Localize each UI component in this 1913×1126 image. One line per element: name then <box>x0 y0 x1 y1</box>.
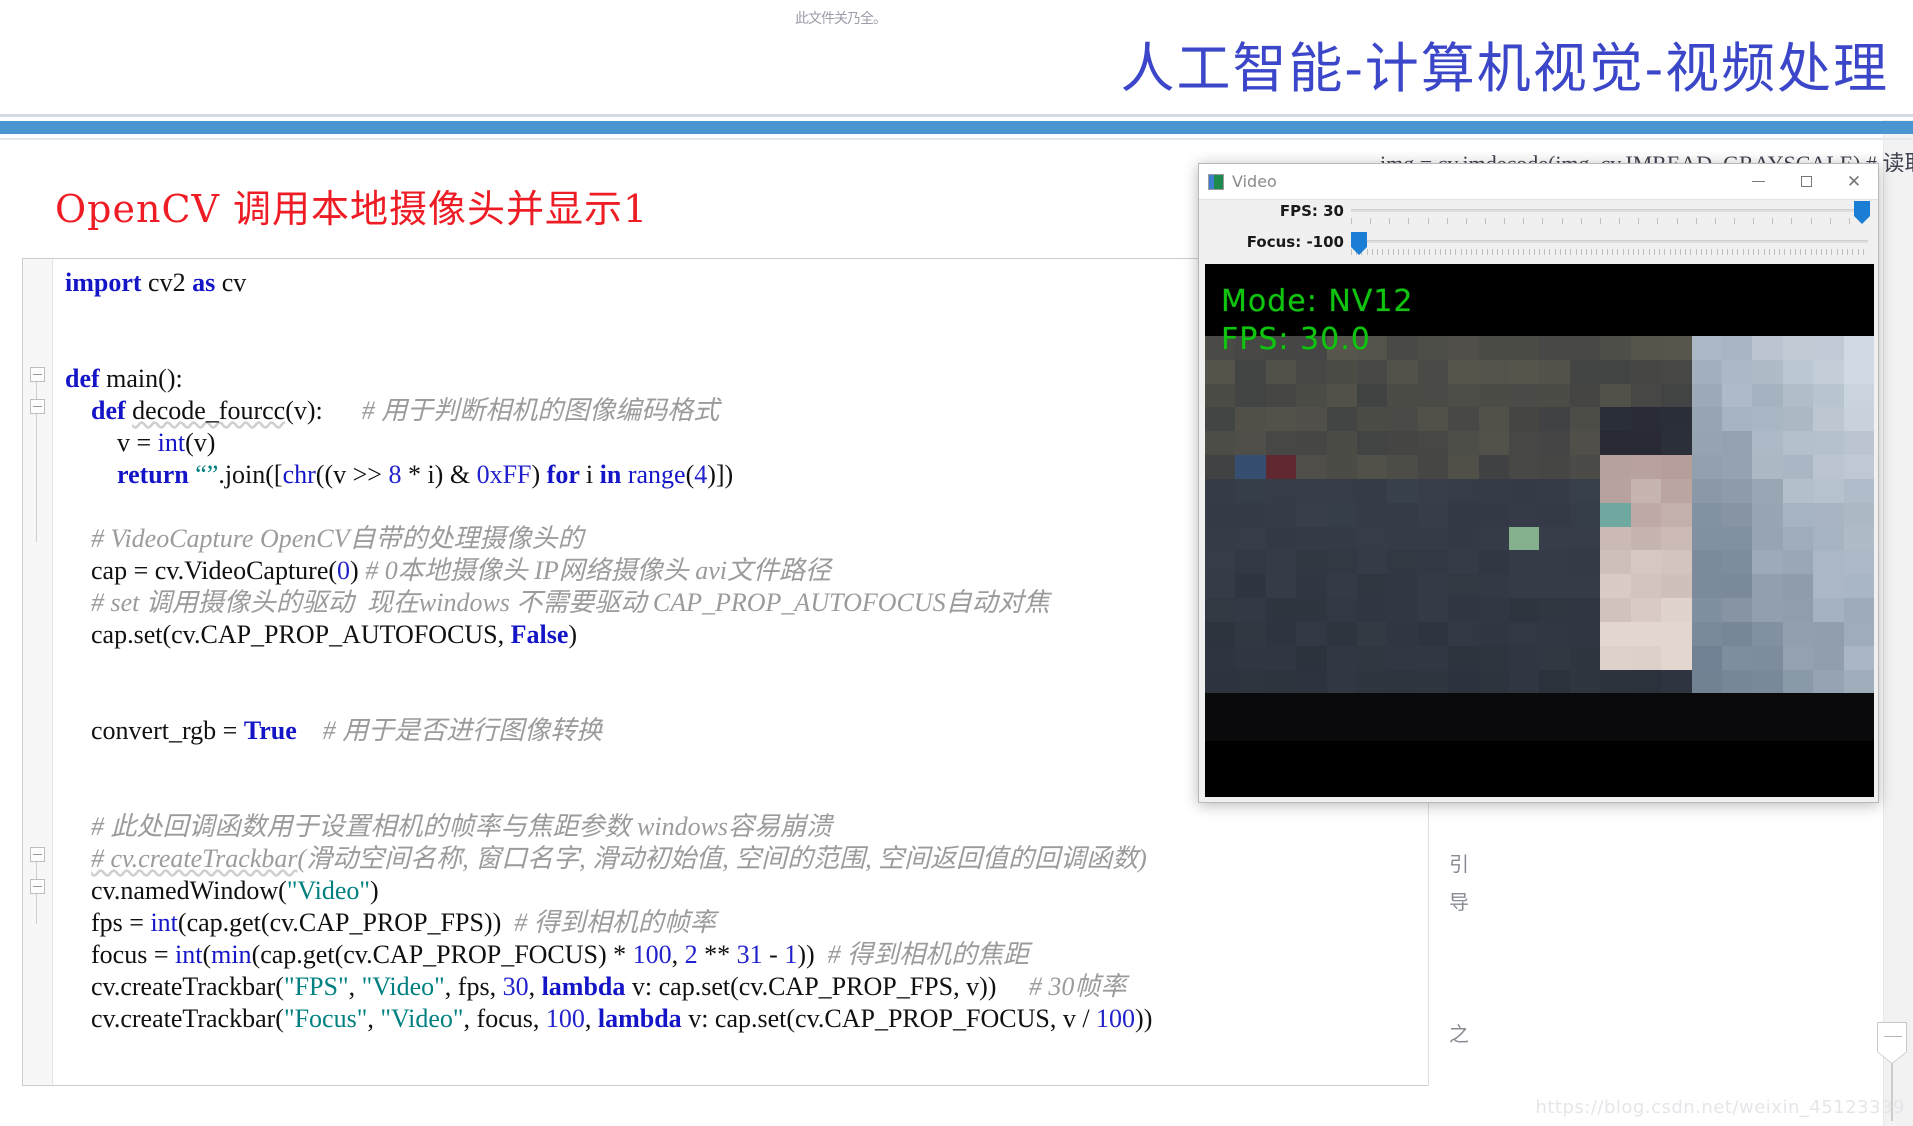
code-fold-marker[interactable] <box>30 399 45 414</box>
divider-line-top <box>0 114 1913 117</box>
video-frame: Mode: NV12 FPS: 30.0 <box>1205 264 1874 797</box>
video-app-icon <box>1208 173 1224 190</box>
code-line[interactable]: # 此处回调函数用于设置相机的帧率与焦距参数 windows容易崩溃 <box>65 811 1428 843</box>
code-fold-tail <box>36 894 37 924</box>
trackbar-fps-label: FPS: 30 <box>1279 202 1344 220</box>
background-text-fragment: 导 <box>1449 890 1469 914</box>
code-fold-marker[interactable] <box>30 847 45 862</box>
video-overlay-fps: FPS: 30.0 <box>1221 322 1371 357</box>
code-line[interactable]: cv.namedWindow("Video") <box>65 875 1428 907</box>
trackbar-focus-label: Focus: -100 <box>1246 233 1344 251</box>
code-line[interactable]: fps = int(cap.get(cv.CAP_PROP_FPS)) # 得到… <box>65 907 1428 939</box>
code-fold-tail <box>36 414 37 542</box>
accent-bar <box>0 121 1913 134</box>
maximize-icon[interactable] <box>1782 164 1830 199</box>
divider-line-bottom <box>0 138 1913 140</box>
video-window[interactable]: Video ✕ FPS: 30 Focus: -100 Mode: NV12 F… <box>1198 163 1879 803</box>
scrollbar-thumb-tip <box>1877 1051 1907 1063</box>
section-heading: OpenCV 调用本地摄像头并显示1 <box>55 187 649 231</box>
code-line[interactable]: cv.createTrackbar("FPS", "Video", fps, 3… <box>65 971 1428 1003</box>
code-line[interactable]: cv.createTrackbar("Focus", "Video", focu… <box>65 1003 1428 1035</box>
trackbar-focus-track[interactable] <box>1351 240 1868 243</box>
page-title: 人工智能-计算机视觉-视频处理 <box>1120 37 1889 100</box>
header-divider <box>0 114 1913 144</box>
code-line[interactable]: # cv.createTrackbar(滑动空间名称, 窗口名字, 滑动初始值,… <box>65 843 1428 875</box>
minimize-icon[interactable] <box>1734 164 1782 199</box>
video-window-titlebar[interactable]: Video ✕ <box>1199 164 1878 200</box>
page-right-edge <box>1883 118 1913 1126</box>
trackbar-area[interactable]: FPS: 30 Focus: -100 <box>1199 200 1878 262</box>
code-fold-marker[interactable] <box>30 879 45 894</box>
video-preview: Mode: NV12 FPS: 30.0 <box>1205 264 1874 797</box>
close-icon[interactable]: ✕ <box>1830 164 1878 199</box>
trackbar-fps[interactable]: FPS: 30 <box>1199 200 1878 231</box>
video-pixel-grid <box>1205 336 1874 741</box>
trackbar-focus-ticks <box>1351 249 1868 256</box>
window-controls: ✕ <box>1734 164 1878 199</box>
background-text-fragment: 之 <box>1449 1022 1469 1046</box>
code-gutter[interactable] <box>23 259 53 1085</box>
tiny-top-note: 此文件关乃全。 <box>795 11 887 27</box>
code-fold-marker[interactable] <box>30 367 45 382</box>
trackbar-focus[interactable]: Focus: -100 <box>1199 231 1878 262</box>
watermark: https://blog.csdn.net/weixin_45123339 <box>1535 1097 1905 1118</box>
slide-header: 此文件关乃全。 人工智能-计算机视觉-视频处理 <box>0 0 1913 120</box>
scrollbar-thumb-cap <box>1877 1022 1907 1052</box>
trackbar-fps-ticks <box>1351 218 1868 225</box>
video-window-title: Video <box>1232 172 1277 191</box>
trackbar-fps-track[interactable] <box>1351 209 1868 212</box>
background-text-fragment: 引 <box>1449 852 1469 876</box>
slide-root: 此文件关乃全。 人工智能-计算机视觉-视频处理 OpenCV 调用本地摄像头并显… <box>0 0 1913 1126</box>
video-overlay-mode: Mode: NV12 <box>1221 284 1414 319</box>
code-line[interactable]: focus = int(min(cap.get(cv.CAP_PROP_FOCU… <box>65 939 1428 971</box>
